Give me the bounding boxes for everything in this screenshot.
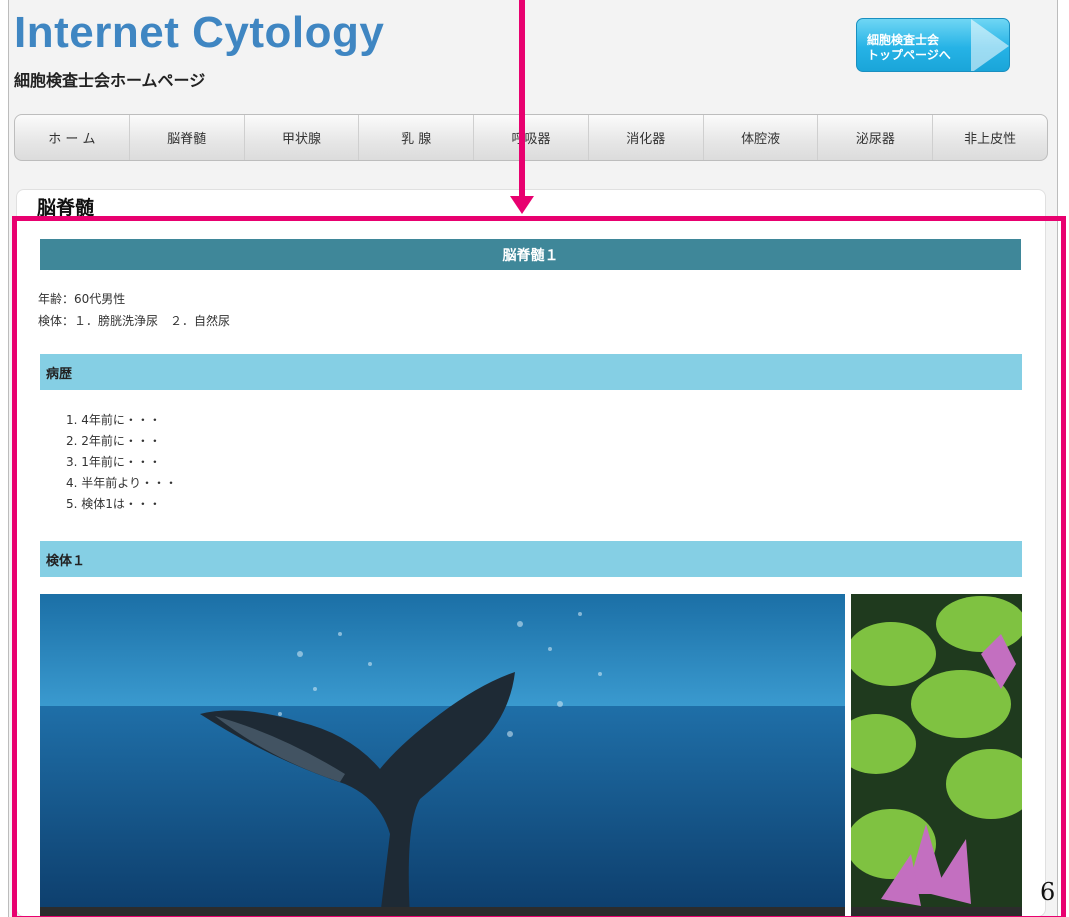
arrow-right-icon — [971, 19, 1009, 71]
nav-item-breast[interactable]: 乳 腺 — [359, 115, 475, 160]
nav-item-body-fluid[interactable]: 体腔液 — [704, 115, 819, 160]
site-logo[interactable]: Internet Cytology — [14, 8, 384, 58]
annotation-highlight-box — [12, 216, 1066, 917]
annotation-arrow-line — [519, 0, 525, 200]
nav-item-non-epithelial[interactable]: 非上皮性 — [933, 115, 1047, 160]
nav-item-urinary[interactable]: 泌尿器 — [818, 115, 934, 160]
top-page-button-label-2: トップページへ — [867, 48, 951, 62]
nav-item-brain-spinal[interactable]: 脳脊髄 — [130, 115, 245, 160]
slide-number: 6 — [1040, 878, 1056, 906]
site-subtitle: 細胞検査士会ホームページ — [14, 71, 206, 90]
annotation-arrow-head — [510, 196, 534, 214]
main-nav: ホ ー ム 脳脊髄 甲状腺 乳 腺 呼吸器 消化器 体腔液 泌尿器 非上皮性 — [14, 114, 1048, 161]
top-page-button[interactable]: 細胞検査士会 トップページへ — [856, 18, 1010, 72]
nav-item-digestive[interactable]: 消化器 — [589, 115, 704, 160]
nav-item-respiratory[interactable]: 呼吸器 — [474, 115, 589, 160]
nav-item-home[interactable]: ホ ー ム — [15, 115, 130, 160]
nav-item-thyroid[interactable]: 甲状腺 — [245, 115, 360, 160]
